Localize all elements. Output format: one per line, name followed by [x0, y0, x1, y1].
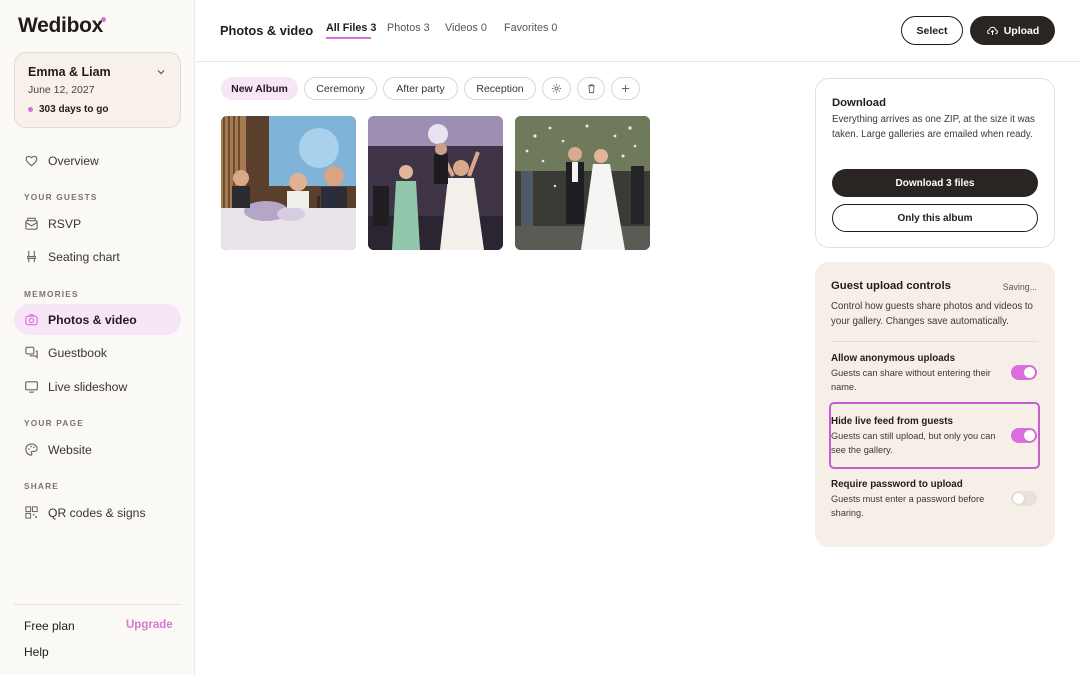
event-switcher[interactable]: Emma & Liam June 12, 2027 303 days to go — [14, 52, 181, 128]
album-settings-button[interactable] — [542, 77, 571, 100]
photo-thumbnail[interactable] — [515, 116, 650, 250]
chip-new-album[interactable]: New Album — [221, 77, 298, 100]
sidebar-item-label: QR codes & signs — [48, 505, 146, 520]
photo-dance-floor — [368, 116, 503, 250]
plus-icon — [621, 84, 630, 93]
sidebar-item-label: Guestbook — [48, 345, 107, 360]
toggle-knob — [1024, 430, 1035, 441]
sidebar-item-label: Seating chart — [48, 249, 120, 264]
tab-favorites[interactable]: Favorites 0 — [504, 22, 557, 34]
section-share: SHARE — [24, 481, 60, 491]
require-password-toggle[interactable] — [1011, 491, 1037, 506]
guest-controls-description: Control how guests share photos and vide… — [831, 301, 1033, 327]
countdown-dot — [28, 107, 33, 112]
section-your-guests: YOUR GUESTS — [24, 192, 98, 202]
sidebar-item-label: Overview — [48, 153, 99, 168]
sidebar-item-label: Website — [48, 442, 92, 457]
sidebar-item-live-slideshow[interactable]: Live slideshow — [14, 371, 181, 402]
page-title: Photos & video — [220, 23, 314, 38]
active-tab-indicator — [326, 37, 371, 39]
sidebar-item-photos-video[interactable]: Photos & video — [14, 304, 181, 335]
download-card: Download Everything arrives as one ZIP, … — [815, 78, 1055, 248]
chip-ceremony[interactable]: Ceremony — [304, 77, 377, 100]
guest-controls-divider — [831, 341, 1038, 342]
photo-reception-head-table — [221, 116, 356, 250]
upload-button[interactable]: Upload — [970, 16, 1055, 45]
setting-anonymous-description: Guests can share without entering their … — [831, 368, 991, 392]
setting-hide-feed-description: Guests can still upload, but only you ca… — [831, 431, 996, 455]
photo-thumbnail[interactable] — [221, 116, 356, 250]
section-memories: MEMORIES — [24, 289, 79, 299]
section-your-page: YOUR PAGE — [24, 418, 84, 428]
select-button[interactable]: Select — [901, 16, 963, 45]
sidebar-divider — [14, 604, 181, 605]
guest-controls-title: Guest upload controls — [831, 280, 951, 292]
sidebar-item-website[interactable]: Website — [14, 434, 181, 465]
cloud-upload-icon — [986, 26, 998, 35]
download-all-button[interactable]: Download 3 files — [832, 169, 1038, 197]
qr-code-icon — [25, 506, 38, 519]
brand-logo[interactable]: Wedibox — [18, 14, 103, 38]
event-countdown: 303 days to go — [39, 104, 109, 115]
trash-icon — [587, 84, 595, 94]
toggle-knob — [1024, 367, 1035, 378]
camera-icon — [25, 314, 38, 326]
sidebar-item-overview[interactable]: Overview — [14, 145, 181, 176]
upload-label: Upload — [1003, 24, 1040, 37]
sidebar-item-guestbook[interactable]: Guestbook — [14, 337, 181, 368]
sidebar-item-seating-chart[interactable]: Seating chart — [14, 241, 181, 272]
help-link[interactable]: Help — [24, 645, 49, 659]
setting-hide-feed-title: Hide live feed from guests — [831, 416, 953, 427]
sidebar-item-qr-codes[interactable]: QR codes & signs — [14, 497, 181, 528]
toggle-knob — [1013, 493, 1024, 504]
download-title: Download — [832, 97, 886, 109]
sidebar-item-label: Photos & video — [48, 312, 137, 327]
event-name: Emma & Liam — [28, 65, 111, 79]
chevron-down-icon[interactable] — [156, 67, 166, 77]
logo-dot — [101, 17, 106, 22]
setting-password-title: Require password to upload — [831, 479, 963, 490]
heart-icon — [25, 155, 38, 167]
guest-upload-controls: Guest upload controls Saving... Control … — [815, 262, 1055, 547]
chair-icon — [27, 250, 36, 263]
download-album-button[interactable]: Only this album — [832, 204, 1038, 232]
chip-after-party[interactable]: After party — [383, 77, 458, 100]
settings-icon — [551, 83, 562, 94]
sidebar-item-label: RSVP — [48, 216, 82, 231]
setting-password-description: Guests must enter a password before shar… — [831, 494, 985, 518]
envelope-icon — [25, 217, 38, 230]
save-status: Saving... — [1002, 282, 1037, 292]
download-description: Everything arrives as one ZIP, at the si… — [832, 114, 1035, 140]
plan-label: Free plan — [24, 619, 75, 633]
album-delete-button[interactable] — [577, 77, 605, 100]
top-header: Photos & video All Files 3 Photos 3 Vide… — [196, 0, 1080, 62]
hide-live-feed-toggle[interactable] — [1011, 428, 1037, 443]
upgrade-link[interactable]: Upgrade — [126, 619, 173, 631]
setting-anonymous-title: Allow anonymous uploads — [831, 353, 956, 364]
tab-photos[interactable]: Photos 3 — [387, 22, 430, 34]
chip-reception[interactable]: Reception — [464, 77, 536, 100]
photo-thumbnail[interactable] — [368, 116, 503, 250]
tab-all-files[interactable]: All Files 3 — [326, 22, 376, 34]
photo-confetti-exit — [515, 116, 650, 250]
monitor-icon — [25, 381, 38, 393]
sidebar-item-label: Live slideshow — [48, 379, 128, 394]
album-add-button[interactable] — [611, 77, 640, 100]
sidebar-item-rsvp[interactable]: RSVP — [14, 208, 181, 239]
palette-icon — [25, 443, 38, 456]
sidebar: Wedibox Emma & Liam June 12, 2027 303 da… — [0, 0, 195, 675]
tab-videos[interactable]: Videos 0 — [445, 22, 487, 34]
anonymous-uploads-toggle[interactable] — [1011, 365, 1037, 380]
event-date: June 12, 2027 — [28, 84, 95, 96]
chat-icon — [25, 346, 38, 360]
